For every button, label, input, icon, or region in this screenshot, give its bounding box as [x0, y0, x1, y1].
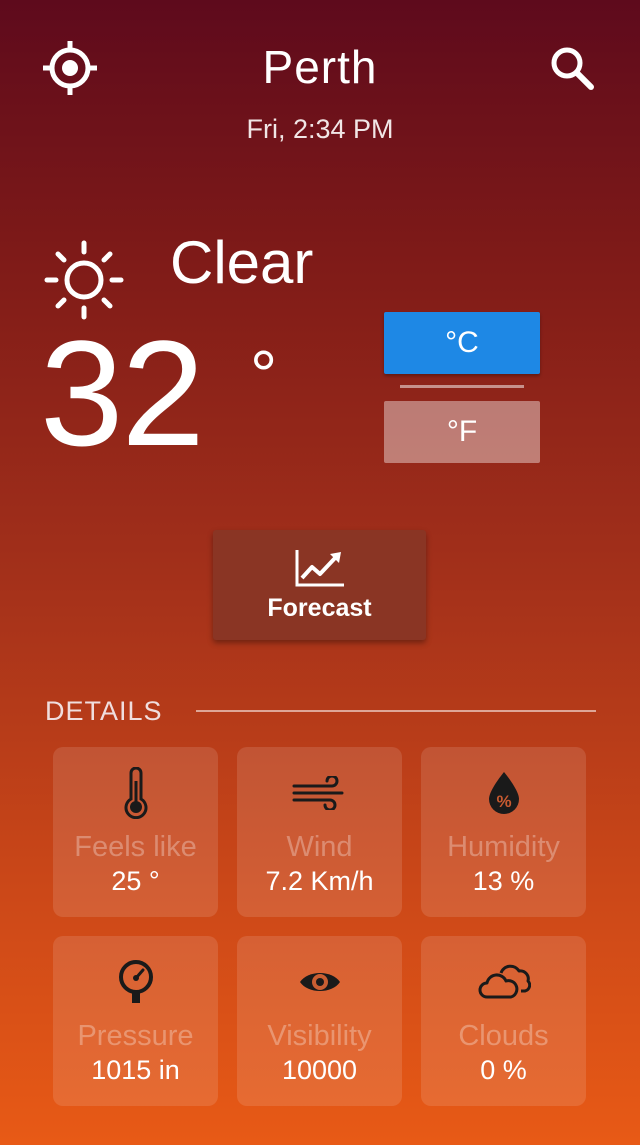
- detail-label: Visibility: [267, 1020, 372, 1052]
- detail-card-visibility: Visibility 10000: [237, 936, 402, 1106]
- fahrenheit-button[interactable]: °F: [384, 401, 540, 463]
- detail-value: 25 °: [111, 866, 160, 896]
- trending-chart-icon: [295, 549, 344, 586]
- unit-divider: [400, 385, 524, 388]
- eye-icon: [298, 958, 342, 1006]
- detail-label: Pressure: [77, 1020, 194, 1052]
- search-icon: [551, 47, 594, 90]
- search-button[interactable]: [540, 36, 604, 100]
- detail-label: Humidity: [447, 831, 560, 863]
- details-divider: [196, 710, 596, 712]
- temperature-value: 32: [40, 309, 205, 477]
- gauge-icon: [116, 958, 156, 1006]
- detail-label: Clouds: [458, 1020, 549, 1052]
- detail-card-wind: Wind 7.2 Km/h: [237, 747, 402, 917]
- detail-value: 13 %: [472, 866, 535, 896]
- forecast-button[interactable]: Forecast: [213, 530, 426, 640]
- celsius-button[interactable]: °C: [384, 312, 540, 374]
- thermometer-icon: [121, 767, 151, 819]
- forecast-label: Forecast: [267, 593, 372, 622]
- detail-card-humidity: % Humidity 13 %: [421, 747, 586, 917]
- svg-text:%: %: [496, 792, 511, 811]
- detail-value: 10000: [281, 1055, 358, 1085]
- detail-value: 7.2 Km/h: [265, 866, 374, 896]
- detail-value: 1015 in: [91, 1055, 180, 1085]
- condition-text: Clear: [170, 229, 314, 296]
- degree-symbol: °: [250, 337, 278, 413]
- date-time: Fri, 2:34 PM: [246, 114, 394, 144]
- detail-card-clouds: Clouds 0 %: [421, 936, 586, 1106]
- details-title: DETAILS: [45, 696, 163, 726]
- detail-card-feels-like: Feels like 25 °: [53, 747, 218, 917]
- detail-card-pressure: Pressure 1015 in: [53, 936, 218, 1106]
- humidity-drop-icon: %: [486, 769, 522, 817]
- detail-label: Wind: [286, 831, 353, 863]
- detail-value: 0 %: [480, 1055, 527, 1085]
- detail-label: Feels like: [74, 831, 197, 863]
- wind-icon: [292, 769, 348, 817]
- clouds-icon: [477, 958, 531, 1006]
